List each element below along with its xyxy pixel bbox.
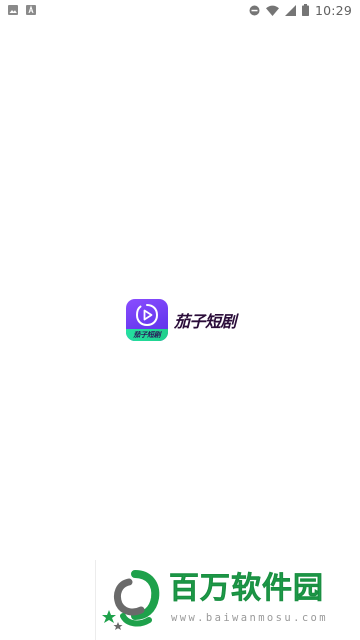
status-bar: 10:29 [0, 0, 360, 20]
status-bar-system: 10:29 [249, 3, 360, 18]
cellular-signal-icon [284, 4, 296, 16]
watermark-url: www.baiwanmosu.com [171, 612, 328, 624]
image-notification-icon [8, 5, 18, 15]
play-icon [136, 304, 158, 326]
app-icon-label: 茄子短剧 [133, 330, 161, 339]
app-icon-label-band: 茄子短剧 [126, 329, 168, 341]
app-icon: 茄子短剧 [126, 299, 168, 341]
watermark-logo-icon [102, 570, 160, 630]
clock-time: 10:29 [314, 2, 352, 18]
status-bar-notifications [0, 5, 36, 15]
app-splash-logo: 茄子短剧 茄子短剧 [126, 299, 237, 341]
wifi-icon [265, 5, 279, 16]
battery-icon [301, 4, 309, 16]
app-name: 茄子短剧 [174, 312, 237, 331]
watermark: 百万软件园 www.baiwanmosu.com [95, 560, 360, 640]
a-notification-icon [26, 5, 36, 15]
do-not-disturb-icon [249, 5, 260, 15]
watermark-divider [95, 560, 96, 640]
watermark-title: 百万软件园 [169, 571, 324, 606]
splash-screen: 10:29 茄子短剧 茄子短剧 百万软件园 www.baiwanmosu.com [0, 0, 360, 640]
